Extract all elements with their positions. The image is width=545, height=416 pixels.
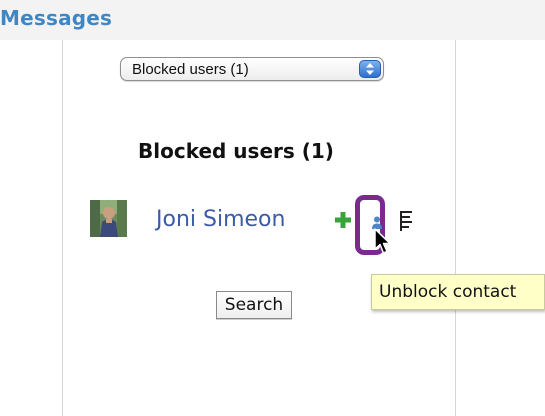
filter-select[interactable]: Blocked users (1)	[120, 57, 384, 81]
page-title: Messages	[0, 6, 113, 30]
search-button[interactable]: Search	[216, 291, 292, 319]
avatar	[90, 200, 127, 237]
panel-divider-left	[62, 40, 63, 416]
unblock-tooltip: Unblock contact	[371, 274, 545, 310]
mouse-pointer-icon	[373, 228, 393, 256]
section-heading: Blocked users (1)	[138, 139, 334, 163]
filter-select-value: Blocked users (1)	[132, 61, 249, 78]
contact-details-icon[interactable]	[399, 210, 415, 232]
add-contact-icon[interactable]	[334, 211, 352, 229]
select-arrows-icon	[359, 60, 381, 78]
panel-divider-right	[455, 40, 456, 416]
messages-page: Messages Blocked users (1) Blocked users…	[0, 0, 545, 416]
contact-name-link[interactable]: Joni Simeon	[156, 207, 285, 232]
